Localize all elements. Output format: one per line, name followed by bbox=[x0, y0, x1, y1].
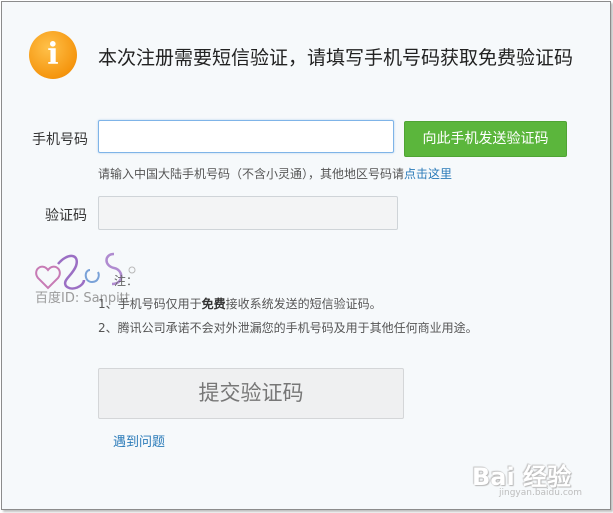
note-item-1: 1、手机号码仅用于免费接收系统发送的短信验证码。 bbox=[98, 295, 382, 312]
phone-hint: 请输入中国大陆手机号码（不含小灵通），其他地区号码请点击这里 bbox=[98, 165, 452, 182]
notice-title: 本次注册需要短信验证，请填写手机号码获取免费验证码 bbox=[98, 47, 574, 69]
code-input[interactable] bbox=[98, 196, 398, 230]
phone-input[interactable] bbox=[98, 120, 394, 153]
submit-code-button[interactable]: 提交验证码 bbox=[98, 368, 404, 419]
info-icon: i bbox=[29, 31, 77, 79]
baidu-jingyan-url: jingyan.baidu.com bbox=[499, 488, 583, 498]
baidu-jingyan-logo: Bai 经验 bbox=[472, 463, 572, 491]
note-1-suffix: 接收系统发送的短信验证码。 bbox=[225, 297, 382, 311]
note-1-prefix: 1、手机号码仅用于 bbox=[98, 297, 202, 311]
notes-heading: 注： bbox=[114, 274, 139, 288]
trouble-link[interactable]: 遇到问题 bbox=[113, 431, 165, 450]
code-label: 验证码 bbox=[45, 208, 87, 224]
other-region-link[interactable]: 点击这里 bbox=[404, 167, 452, 181]
registration-dialog: i 本次注册需要短信验证，请填写手机号码获取免费验证码 手机号码 向此手机发送验… bbox=[1, 1, 611, 510]
note-item-2: 2、腾讯公司承诺不会对外泄漏您的手机号码及用于其他任何商业用途。 bbox=[98, 321, 478, 335]
phone-hint-text: 请输入中国大陆手机号码（不含小灵通），其他地区号码请 bbox=[98, 167, 405, 181]
send-code-button[interactable]: 向此手机发送验证码 bbox=[404, 121, 567, 157]
note-1-bold: 免费 bbox=[201, 297, 226, 311]
phone-label: 手机号码 bbox=[32, 132, 88, 148]
